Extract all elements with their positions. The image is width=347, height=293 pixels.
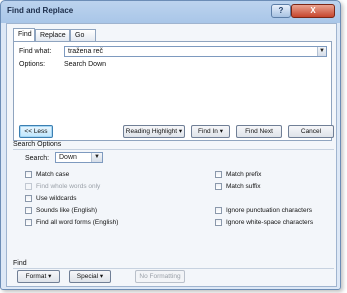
checkbox-label: Find whole words only — [36, 183, 101, 190]
search-direction-label: Search: — [25, 155, 50, 162]
checkbox-icon[interactable] — [215, 219, 222, 226]
checkbox-icon[interactable] — [25, 171, 32, 178]
find-what-label: Find what: — [19, 48, 52, 55]
options-label: Options: — [19, 61, 46, 68]
checkbox-icon[interactable] — [215, 183, 222, 190]
title-bar[interactable]: Find and Replace ? X — [1, 1, 340, 21]
search-options-heading: Search Options — [13, 141, 62, 148]
close-button[interactable]: X — [291, 4, 335, 18]
divider — [13, 268, 334, 269]
checkbox-icon[interactable] — [215, 171, 222, 178]
special-button[interactable]: Special ▾ — [69, 270, 111, 283]
checkbox-label: Match prefix — [226, 171, 262, 178]
help-button[interactable]: ? — [271, 4, 291, 18]
less-button[interactable]: << Less — [19, 125, 53, 138]
tab-find[interactable]: Find — [13, 28, 35, 41]
checkbox-label: Match suffix — [226, 183, 261, 190]
find-what-input[interactable]: tražena reč ▼ — [64, 46, 327, 57]
chevron-down-icon[interactable]: ▼ — [317, 47, 326, 56]
divider — [13, 149, 334, 150]
format-button[interactable]: Format ▾ — [17, 270, 60, 283]
find-in-button[interactable]: Find In ▾ — [191, 125, 230, 138]
search-direction-select[interactable]: Down ▼ — [55, 152, 103, 163]
reading-highlight-button[interactable]: Reading Highlight ▾ — [123, 125, 185, 138]
dialog-title: Find and Replace — [7, 6, 74, 15]
options-value: Search Down — [64, 61, 107, 68]
checkbox-label: Match case — [36, 171, 70, 178]
find-section-heading: Find — [13, 260, 27, 267]
find-next-button[interactable]: Find Next — [236, 125, 282, 138]
checkbox-label: Find all word forms (English) — [36, 219, 119, 226]
no-formatting-button: No Formatting — [135, 270, 185, 283]
checkbox-icon[interactable] — [25, 195, 32, 202]
checkbox-label: Ignore white-space characters — [226, 219, 314, 226]
search-direction-value: Down — [59, 154, 77, 161]
find-what-value: tražena reč — [68, 48, 104, 55]
checkbox-label: Use wildcards — [36, 195, 77, 202]
dialog-body: Find Replace Go To Find what: tražena re… — [6, 23, 337, 287]
chevron-down-icon[interactable]: ▼ — [91, 153, 102, 162]
tab-go-to[interactable]: Go To — [70, 29, 96, 49]
tab-replace[interactable]: Replace — [35, 29, 70, 41]
checkbox-icon — [25, 183, 32, 190]
checkbox-label: Ignore punctuation characters — [226, 207, 312, 214]
checkbox-icon[interactable] — [25, 207, 32, 214]
checkbox-icon[interactable] — [215, 207, 222, 214]
find-replace-dialog: Find and Replace ? X Find Replace Go To … — [0, 0, 341, 290]
checkbox-label: Sounds like (English) — [36, 207, 98, 214]
checkbox-icon[interactable] — [25, 219, 32, 226]
cancel-button[interactable]: Cancel — [288, 125, 334, 138]
